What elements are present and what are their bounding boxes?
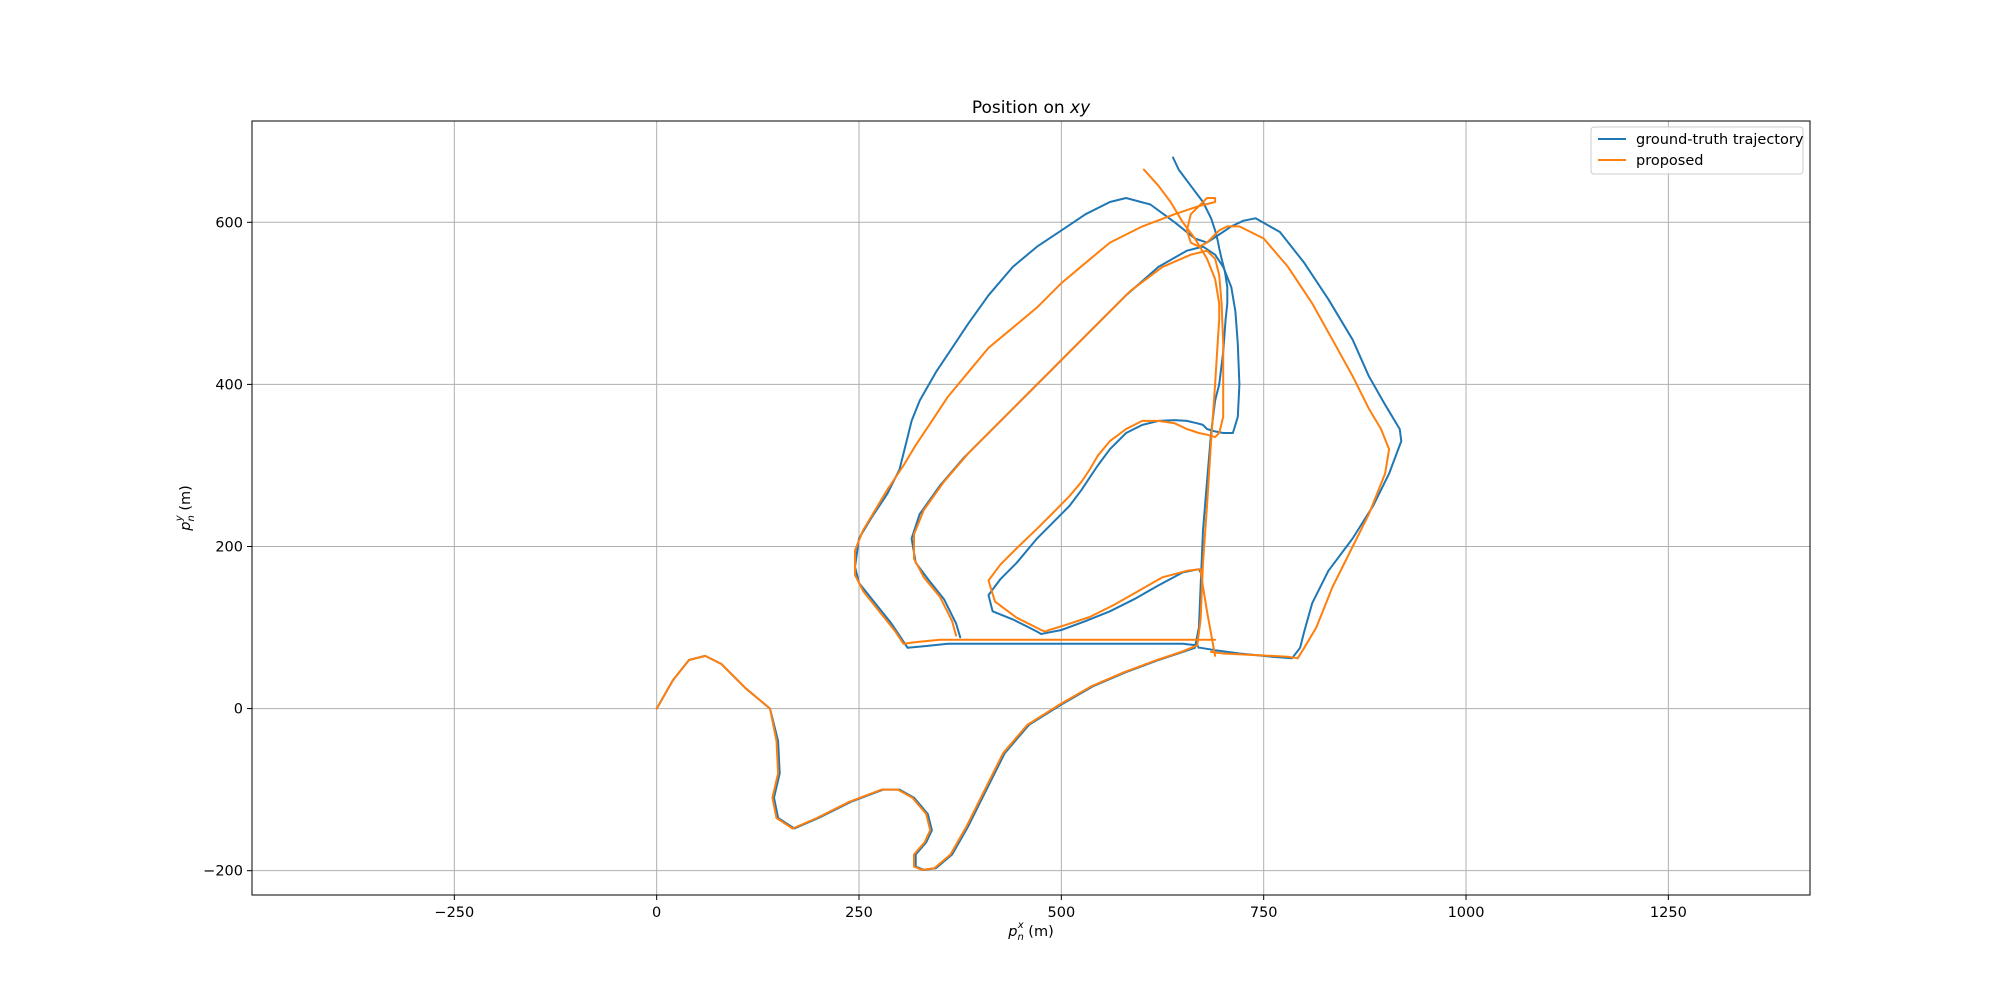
x-axis-title: pnx (m) (1007, 920, 1054, 943)
chart-figure: −250 0 250 500 750 1000 1250 −200 0 200 400 600 Pos… (0, 0, 2000, 1000)
x-tick-label: 1250 (1650, 905, 1687, 921)
y-tick-label: 400 (215, 377, 243, 393)
x-tick-label: 750 (1250, 905, 1278, 921)
legend: ground-truth trajectory proposed (1590, 126, 1804, 175)
y-tick-label: 0 (234, 702, 243, 718)
x-tick-label: 250 (845, 905, 873, 921)
legend-label-ground-truth: ground-truth trajectory (1636, 132, 1804, 148)
y-tick-label: 200 (215, 539, 243, 555)
legend-label-proposed: proposed (1636, 153, 1703, 169)
x-tick-label: 0 (652, 905, 661, 921)
y-tick-label: 600 (215, 215, 243, 231)
x-tick-label: 500 (1048, 905, 1076, 921)
x-tick-label: −250 (434, 905, 474, 921)
y-tick-label: −200 (203, 864, 243, 880)
y-axis-title: pny (m) (174, 485, 197, 532)
x-tick-label: 1000 (1448, 905, 1485, 921)
chart-title: Position on xy (972, 98, 1091, 118)
